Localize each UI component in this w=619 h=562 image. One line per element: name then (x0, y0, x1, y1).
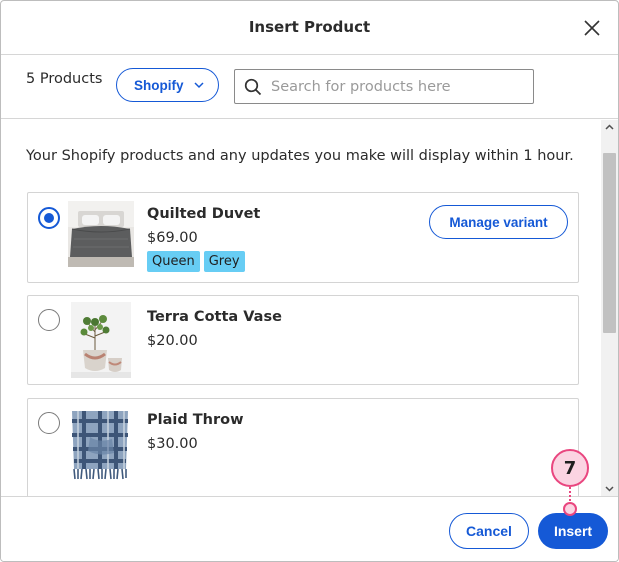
product-name: Plaid Throw (147, 412, 244, 428)
plaid-throw-image (68, 407, 132, 481)
insert-button[interactable]: Insert (538, 513, 608, 549)
product-radio-selected[interactable] (38, 207, 60, 229)
toolbar: 5 Products Shopify (1, 55, 618, 119)
variant-tags: Queen Grey (147, 251, 245, 272)
product-price: $30.00 (147, 436, 198, 452)
product-list-area: Your Shopify products and any updates yo… (1, 120, 601, 496)
scroll-up-arrow-icon[interactable] (605, 124, 614, 130)
callout-target-dot (563, 502, 577, 516)
scroll-down-arrow-icon[interactable] (605, 486, 614, 492)
vase-plant-image (71, 302, 131, 378)
cancel-button[interactable]: Cancel (449, 513, 529, 549)
product-name: Terra Cotta Vase (147, 309, 282, 325)
source-dropdown[interactable]: Shopify (116, 68, 219, 102)
variant-tag-size: Queen (147, 251, 200, 272)
list-scrollbar[interactable] (601, 120, 618, 496)
close-button[interactable] (582, 18, 602, 38)
product-count: 5 Products (26, 71, 103, 87)
dialog-title: Insert Product (248, 18, 371, 36)
product-name: Quilted Duvet (147, 206, 261, 222)
step-callout-badge: 7 (551, 449, 589, 487)
product-price: $69.00 (147, 230, 198, 246)
product-card-plaid-throw[interactable]: Plaid Throw $30.00 (27, 398, 579, 496)
dialog-header: Insert Product (1, 1, 618, 55)
variant-tag-color: Grey (203, 251, 245, 272)
product-radio[interactable] (38, 309, 60, 331)
chevron-down-icon (194, 82, 204, 89)
close-icon (584, 20, 600, 36)
search-box (234, 69, 534, 104)
source-dropdown-label: Shopify (134, 77, 184, 93)
insert-product-dialog: Insert Product 5 Products Shopify Your S… (0, 0, 619, 562)
sync-notice: Your Shopify products and any updates yo… (26, 148, 574, 164)
product-radio[interactable] (38, 412, 60, 434)
manage-variant-button[interactable]: Manage variant (429, 205, 568, 239)
search-input[interactable] (271, 75, 526, 99)
product-card-quilted-duvet[interactable]: Quilted Duvet $69.00 Queen Grey Manage v… (27, 192, 579, 283)
scrollbar-thumb[interactable] (603, 153, 616, 333)
product-price: $20.00 (147, 333, 198, 349)
search-icon (244, 78, 262, 96)
dialog-footer: Cancel Insert (1, 496, 618, 561)
duvet-bed-image (68, 201, 134, 267)
product-card-terra-cotta-vase[interactable]: Terra Cotta Vase $20.00 (27, 295, 579, 385)
